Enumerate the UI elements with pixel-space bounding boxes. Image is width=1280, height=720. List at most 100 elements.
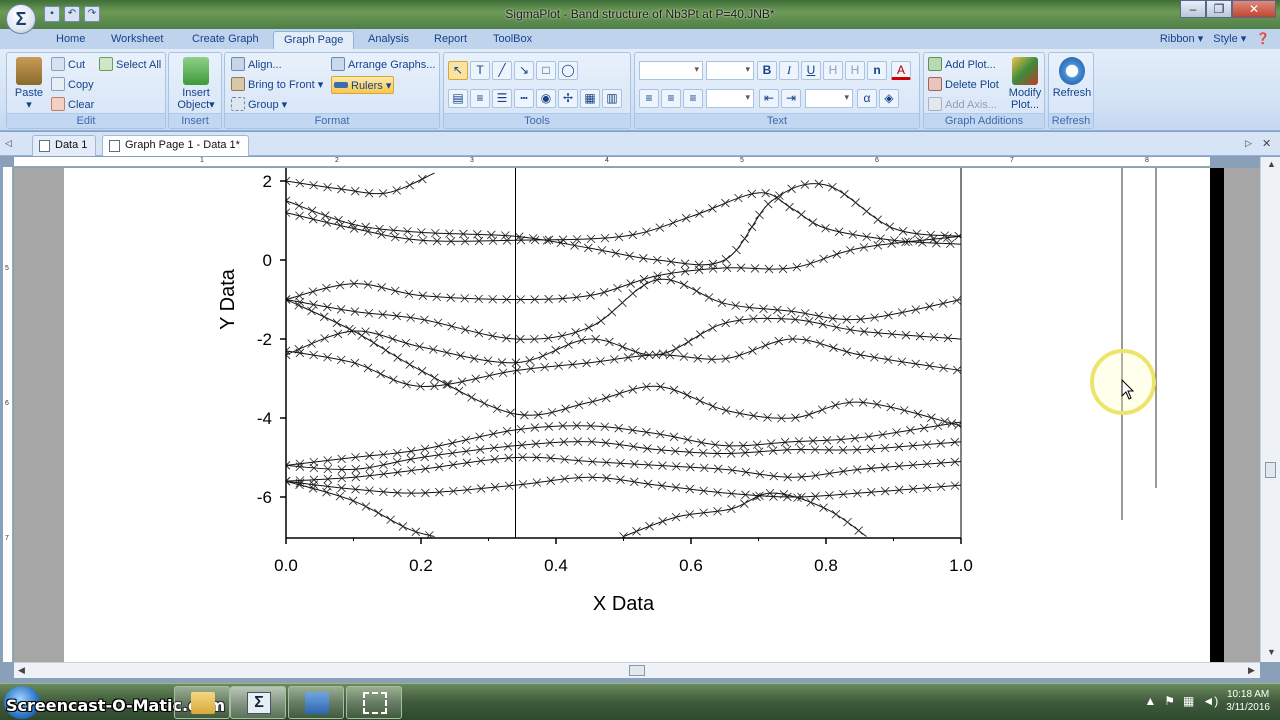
tab-report[interactable]: Report — [424, 31, 477, 49]
scroll-down-icon[interactable]: ▼ — [1267, 647, 1276, 657]
normal-text-button[interactable]: n — [867, 61, 887, 80]
band-structure-chart[interactable]: 0.0 0.2 0.4 0.6 0.8 1.0 2 0 -2 -4 -6 X Data Y Data — [64, 168, 1210, 662]
line-spacing-select[interactable] — [706, 89, 754, 108]
graph-page[interactable]: 0.0 0.2 0.4 0.6 0.8 1.0 2 0 -2 -4 -6 X Data Y Data — [64, 168, 1210, 662]
scroll-up-icon[interactable]: ▲ — [1267, 159, 1276, 169]
align-left-icon[interactable]: ≡ — [639, 89, 659, 108]
band-line[interactable] — [286, 421, 961, 466]
decrease-indent-icon[interactable]: ⇤ — [759, 89, 779, 108]
y-axis-label[interactable]: Y Data — [217, 268, 239, 330]
delete-plot-button[interactable]: Delete Plot — [928, 76, 999, 94]
tabs-scroll-left-icon[interactable]: ◁ — [5, 138, 12, 149]
band-symbol — [854, 526, 863, 535]
line-tool-icon[interactable]: ╱ — [492, 61, 512, 80]
select-all-button[interactable]: Select All — [99, 56, 161, 74]
graph-page-area[interactable]: 0.0 0.2 0.4 0.6 0.8 1.0 2 0 -2 -4 -6 X Data Y Data — [14, 168, 1260, 662]
network-icon[interactable]: ▦ — [1183, 694, 1194, 708]
band-line[interactable] — [286, 235, 961, 301]
band-line[interactable] — [623, 492, 867, 537]
rotate-text-icon[interactable]: ◈ — [879, 89, 899, 108]
bring-to-front-button[interactable]: Bring to Front ▾ — [231, 76, 323, 94]
line-color-icon[interactable]: ≡ — [470, 89, 490, 108]
band-line[interactable] — [286, 192, 961, 245]
volume-icon[interactable]: ◄) — [1202, 694, 1218, 708]
show-hidden-icons-icon[interactable]: ▲ — [1144, 694, 1156, 708]
superscript-button[interactable]: H — [823, 61, 843, 80]
pattern-icon[interactable]: ▦ — [580, 89, 600, 108]
horizontal-scrollbar[interactable]: ◀ ▶ — [14, 662, 1260, 678]
align-center-icon[interactable]: ≡ — [661, 89, 681, 108]
tab-worksheet[interactable]: Worksheet — [101, 31, 173, 49]
fill-pattern-icon[interactable]: ▤ — [448, 89, 468, 108]
cut-button[interactable]: Cut — [51, 56, 85, 74]
bold-button[interactable]: B — [757, 61, 777, 80]
taskbar-sigmaplot[interactable]: Σ — [230, 686, 286, 719]
add-plot-button[interactable]: Add Plot... — [928, 56, 996, 74]
vertical-scrollbar[interactable]: ▲ ▼ — [1260, 157, 1280, 662]
subscript-button[interactable]: H — [845, 61, 865, 80]
symbol-icon[interactable]: ✢ — [558, 89, 578, 108]
taskbar-screencast[interactable] — [346, 686, 402, 719]
doc-tab-data-1[interactable]: Data 1 — [32, 135, 97, 156]
tab-analysis[interactable]: Analysis — [358, 31, 419, 49]
line-style-icon[interactable]: ┅ — [514, 89, 534, 108]
band-line[interactable] — [286, 183, 961, 266]
fill-color-icon[interactable]: ◉ — [536, 89, 556, 108]
clear-button[interactable]: Clear — [51, 96, 94, 114]
font-size-select[interactable] — [706, 61, 754, 80]
pointer-tool-icon[interactable]: ↖ — [448, 61, 468, 80]
group-button[interactable]: Group ▾ — [231, 96, 287, 114]
text-color-icon[interactable]: A — [891, 61, 911, 80]
minimize-icon[interactable]: – — [1180, 0, 1206, 18]
scroll-left-icon[interactable]: ◀ — [18, 665, 25, 676]
refresh-button[interactable]: Refresh — [1051, 57, 1093, 99]
text-tool-icon[interactable]: T — [470, 61, 490, 80]
font-family-select[interactable] — [639, 61, 703, 80]
rulers-button[interactable]: Rulers ▾ — [331, 76, 395, 94]
tabs-scroll-right-icon[interactable]: ▷ — [1245, 138, 1252, 149]
insert-object-button[interactable]: Insert Object▾ — [173, 57, 219, 111]
italic-button[interactable]: I — [779, 61, 799, 80]
taskbar-explorer[interactable] — [174, 686, 230, 719]
add-axis-button[interactable]: Add Axis... — [928, 96, 997, 114]
close-icon[interactable]: ✕ — [1232, 0, 1276, 18]
tab-home[interactable]: Home — [46, 31, 95, 49]
flag-icon[interactable]: ⚑ — [1164, 694, 1175, 708]
help-icon[interactable]: ❓ — [1256, 32, 1270, 45]
line-thickness-icon[interactable]: ☰ — [492, 89, 512, 108]
grid-icon[interactable]: ▥ — [602, 89, 622, 108]
tab-graph-page[interactable]: Graph Page — [273, 31, 355, 49]
ribbon-menu[interactable]: Ribbon ▾ — [1160, 32, 1203, 45]
restore-icon[interactable]: ❐ — [1206, 0, 1232, 18]
alpha-button[interactable]: α — [857, 89, 877, 108]
horizontal-scroll-thumb[interactable] — [629, 665, 645, 676]
tab-create-graph[interactable]: Create Graph — [182, 31, 269, 49]
tab-toolbox[interactable]: ToolBox — [483, 31, 542, 49]
scroll-right-icon[interactable]: ▶ — [1248, 665, 1255, 676]
band-symbol — [405, 180, 414, 190]
arrow-tool-icon[interactable]: ↘ — [514, 61, 534, 80]
symbol-font-select[interactable] — [805, 89, 853, 108]
style-menu[interactable]: Style ▾ — [1213, 32, 1246, 45]
paste-button[interactable]: Paste ▾ — [11, 57, 47, 111]
doc-tab-graph-page-1[interactable]: Graph Page 1 - Data 1* — [102, 135, 249, 156]
taskbar-app[interactable] — [288, 686, 344, 719]
vertical-scroll-thumb[interactable] — [1265, 462, 1276, 478]
band-line[interactable] — [286, 172, 435, 195]
clock[interactable]: 10:18 AM 3/11/2016 — [1226, 688, 1270, 714]
band-line[interactable] — [286, 441, 961, 471]
modify-plot-button[interactable]: Modify Plot... — [1006, 57, 1044, 111]
underline-button[interactable]: U — [801, 61, 821, 80]
band-line[interactable] — [286, 278, 961, 340]
ellipse-tool-icon[interactable]: ◯ — [558, 61, 578, 80]
rectangle-tool-icon[interactable]: □ — [536, 61, 556, 80]
sigmaplot-logo-icon[interactable]: Σ — [6, 4, 36, 34]
x-axis-label[interactable]: X Data — [593, 593, 655, 615]
increase-indent-icon[interactable]: ⇥ — [781, 89, 801, 108]
copy-button[interactable]: Copy — [51, 76, 94, 94]
align-right-icon[interactable]: ≡ — [683, 89, 703, 108]
band-line[interactable] — [286, 476, 961, 498]
align-button[interactable]: Align... — [231, 56, 282, 74]
close-document-icon[interactable]: ✕ — [1262, 137, 1271, 150]
arrange-graphs-button[interactable]: Arrange Graphs... — [331, 56, 435, 74]
